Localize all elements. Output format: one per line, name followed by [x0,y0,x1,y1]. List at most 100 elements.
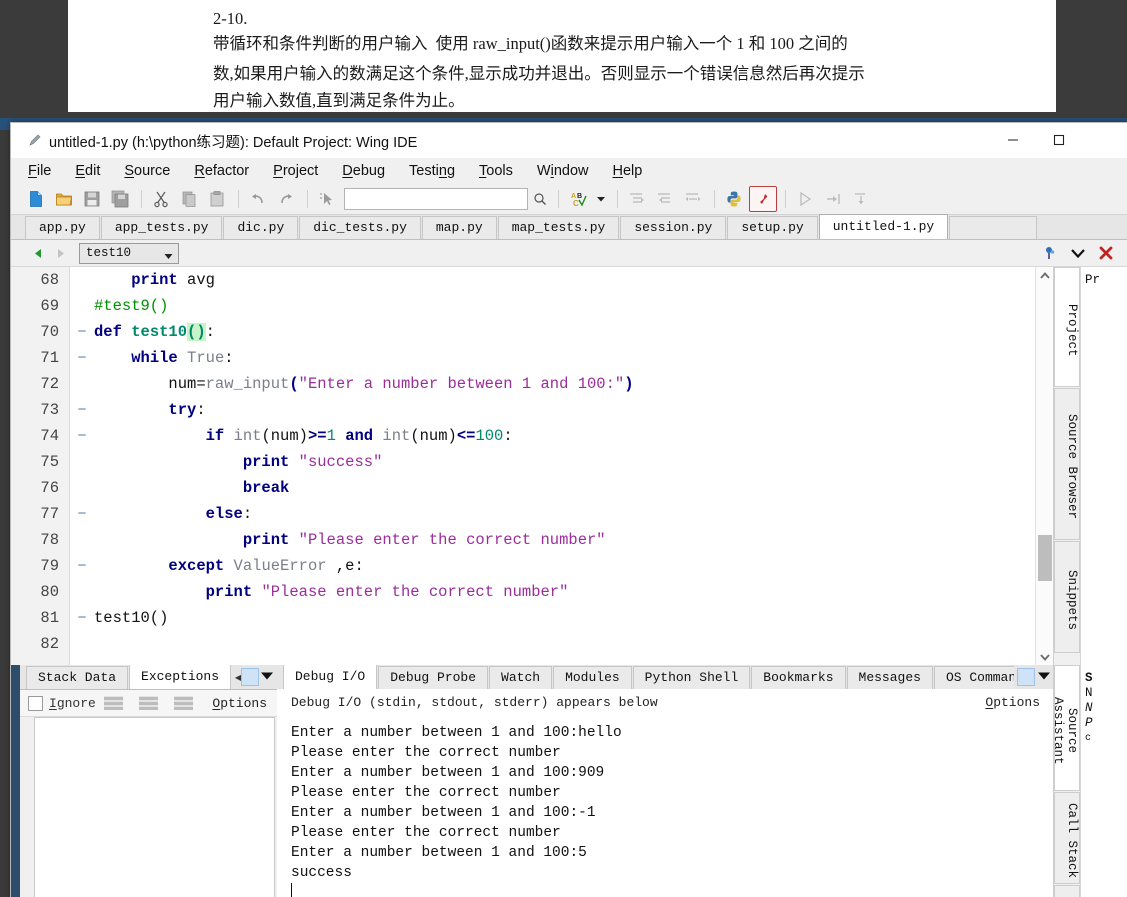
tab-overflow-box[interactable] [241,668,259,686]
scope-selector[interactable]: test10 [79,242,179,264]
save-icon[interactable] [79,187,105,211]
menu-debug[interactable]: Debug [341,161,386,181]
fold-toggle-icon[interactable]: − [70,397,94,423]
menu-testing[interactable]: Testing [408,161,456,181]
indent-right-icon[interactable] [624,187,650,211]
code-line[interactable]: else: [94,501,1034,527]
python-icon[interactable] [721,187,747,211]
menu-help[interactable]: Help [611,161,643,181]
scroll-down-arrow-icon[interactable] [1036,648,1054,665]
code-text-area[interactable]: print avg #test9() def test10(): while Tru… [94,267,1034,665]
menu-file[interactable]: File [27,161,52,181]
fold-toggle-icon[interactable]: − [70,423,94,449]
file-tab-dic-tests-py[interactable]: dic_tests.py [299,216,421,239]
indent-left-icon[interactable] [652,187,678,211]
code-line[interactable]: #test9() [94,293,1034,319]
nav-back-icon[interactable] [27,243,49,263]
code-line[interactable]: try: [94,397,1034,423]
code-editor[interactable]: 68 69 70 71 72 73 74 75 76 77 78 79 80 81 82 − − − − − − − p… [11,267,1054,665]
minimize-button[interactable] [990,123,1036,157]
code-line[interactable]: def test10(): [94,319,1034,345]
exception-filter-icon-1[interactable] [103,696,123,710]
fold-toggle-icon[interactable]: − [70,345,94,371]
code-line[interactable]: while True: [94,345,1034,371]
sidebar-tab-project[interactable]: Project [1054,267,1080,387]
bottom-right-tab-bookmarks[interactable]: Bookmarks [751,666,846,689]
fold-toggle-icon[interactable]: − [70,319,94,345]
bottom-right-tab-debug-probe[interactable]: Debug Probe [378,666,489,689]
menu-window[interactable]: Window [536,161,590,181]
code-line[interactable]: break [94,475,1034,501]
debug-io-output[interactable]: Enter a number between 1 and 100:hello Pl… [277,715,1054,897]
bottom-left-tab-exceptions[interactable]: Exceptions [129,665,232,689]
chevron-down-icon[interactable] [260,668,274,686]
code-line[interactable]: if int(num)>=1 and int(num)<=100: [94,423,1034,449]
step-into-icon[interactable] [848,187,874,211]
sidebar-tab-ation[interactable]: ation [1054,885,1080,897]
debug-io-options-link[interactable]: Options [985,695,1040,710]
search-input[interactable] [344,188,528,210]
step-over-icon[interactable] [820,187,846,211]
tab-overflow-box[interactable] [1017,668,1035,686]
close-button[interactable] [1082,123,1127,157]
chevron-down-icon[interactable] [1064,242,1092,264]
bottom-right-tab-messages[interactable]: Messages [846,666,933,689]
menu-project[interactable]: Project [272,161,319,181]
code-line[interactable] [94,631,1034,657]
open-folder-icon[interactable] [51,187,77,211]
file-tab-setup-py[interactable]: setup.py [727,216,818,239]
sidebar-tab-source-browser[interactable]: Source Browser [1054,388,1080,540]
debug-io-input-cursor[interactable] [291,883,1054,897]
code-line[interactable]: print "success" [94,449,1034,475]
project-panel[interactable]: Pr [1080,267,1127,665]
sidebar-tab-snippets[interactable]: Snippets [1054,541,1080,653]
exception-filter-icon-2[interactable] [138,696,158,710]
code-line[interactable]: print "Please enter the correct number" [94,579,1034,605]
menu-tools[interactable]: Tools [478,161,514,181]
abc-check-icon[interactable]: A B C [565,187,591,211]
file-tab-untitled-1-py[interactable]: untitled-1.py [818,214,949,239]
file-tab-dic-py[interactable]: dic.py [223,216,299,239]
pin-icon[interactable] [1036,242,1064,264]
code-line[interactable]: print "Please enter the correct number" [94,527,1034,553]
undo-icon[interactable] [245,187,271,211]
exception-filter-icon-3[interactable] [173,696,193,710]
search-icon[interactable] [528,188,552,210]
fold-toggle-icon[interactable]: − [70,553,94,579]
exceptions-list[interactable] [34,717,275,897]
bottom-right-tab-debug-i-o[interactable]: Debug I/O [283,665,378,689]
nav-forward-icon[interactable] [49,243,71,263]
chevron-down-icon[interactable] [1037,668,1051,686]
file-tab-session-py[interactable]: session.py [620,216,727,239]
file-tab-app-py[interactable]: app.py [25,216,100,239]
file-tab-map-tests-py[interactable]: map_tests.py [497,216,620,239]
debug-tool-icon[interactable] [749,186,777,212]
cut-icon[interactable] [148,187,174,211]
code-line[interactable]: test10() [94,605,1034,631]
fold-toggle-icon[interactable]: − [70,605,94,631]
exceptions-options-link[interactable]: Options [212,696,267,711]
indent-toggle-icon[interactable] [680,187,706,211]
menu-edit[interactable]: Edit [74,161,101,181]
menu-source[interactable]: Source [123,161,171,181]
close-x-icon[interactable] [1092,242,1120,264]
code-line[interactable]: except ValueError ,e: [94,553,1034,579]
run-icon[interactable] [792,187,818,211]
file-tab-app-tests-py[interactable]: app_tests.py [100,216,223,239]
bottom-left-tab-overflow[interactable]: ◀ [231,665,277,689]
bottom-left-tab-stack-data[interactable]: Stack Data [26,666,129,689]
fold-margin[interactable]: − − − − − − − [70,267,94,665]
select-pointer-icon[interactable] [314,187,340,211]
scroll-up-arrow-icon[interactable] [1036,267,1054,284]
bottom-right-tab-watch[interactable]: Watch [489,666,553,689]
bottom-right-tab-python-shell[interactable]: Python Shell [632,666,751,689]
editor-vertical-scrollbar[interactable] [1035,267,1054,665]
file-tab-overflow[interactable] [949,216,1038,239]
chevron-down-icon[interactable] [593,187,609,211]
menu-refactor[interactable]: Refactor [193,161,250,181]
sidebar-tab-source-assistant[interactable]: Source Assistant [1051,665,1080,791]
file-tab-map-py[interactable]: map.py [421,216,497,239]
paste-icon[interactable] [204,187,230,211]
copy-icon[interactable] [176,187,202,211]
code-line[interactable]: num=raw_input("Enter a number between 1 … [94,371,1034,397]
